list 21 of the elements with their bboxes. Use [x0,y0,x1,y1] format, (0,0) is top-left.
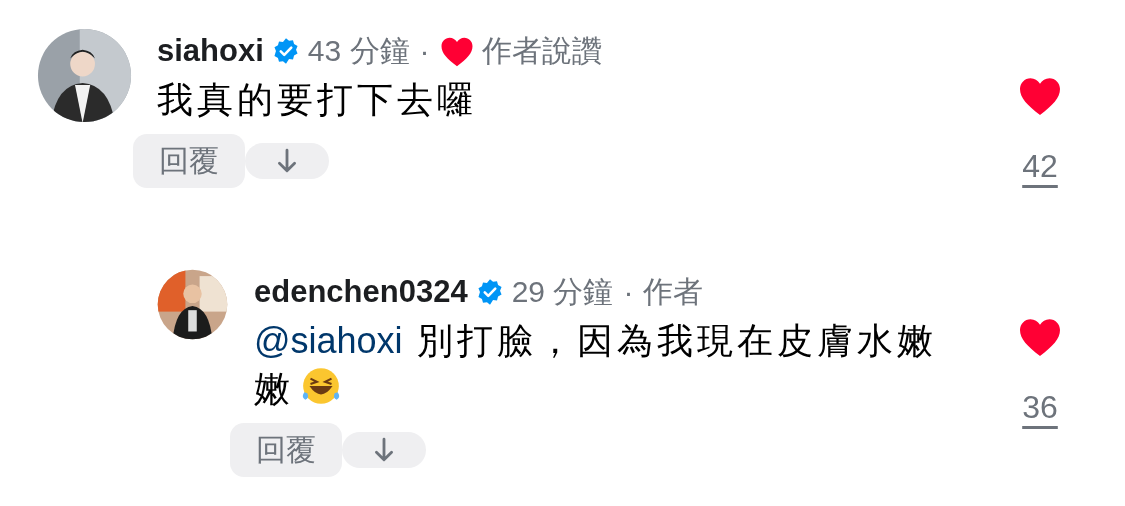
down-arrow-icon [276,148,298,174]
separator-dot: · [623,275,634,309]
mention-link[interactable]: @siahoxi [254,320,403,361]
separator-dot: · [419,34,430,68]
username[interactable]: edenchen0324 [254,274,468,310]
author-label: 作者 [643,273,704,310]
expand-button[interactable] [245,143,329,179]
down-arrow-icon [373,437,395,463]
expand-button[interactable] [342,432,426,468]
reply-button[interactable]: 回覆 [230,423,342,477]
timestamp: 29 分鐘 [511,273,614,310]
reply-button[interactable]: 回覆 [133,134,245,188]
username[interactable]: siahoxi [157,33,264,69]
like-heart-icon[interactable] [1017,76,1063,116]
timestamp: 43 分鐘 [307,32,410,69]
author-label: 作者說讚 [481,32,602,69]
comment-text: @siahoxi 別打臉，因為我現在皮膚水嫩嫩 [254,319,938,411]
like-count[interactable]: 36 [1022,389,1058,426]
like-heart-icon[interactable] [1017,317,1063,357]
comment-text: 我真的要打下去囉 [157,78,478,122]
like-count[interactable]: 42 [1022,148,1058,185]
